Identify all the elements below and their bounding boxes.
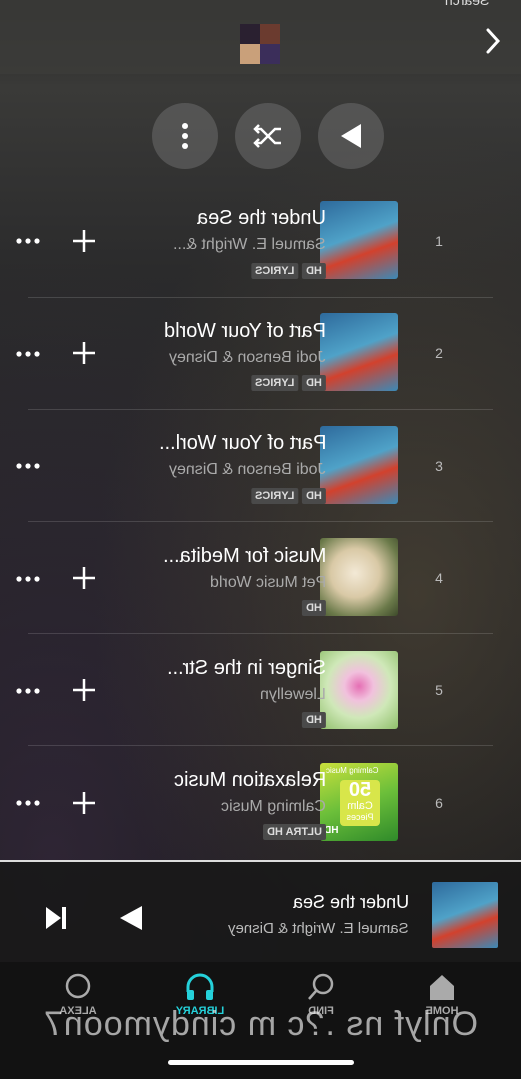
track-artist: Pet Music World <box>209 574 326 591</box>
badge-hd: HD <box>302 600 326 616</box>
art-text-pieces: Pieces <box>346 812 374 822</box>
badge-group: LYRICS HD <box>250 263 326 279</box>
art-text-hd: HD <box>324 825 339 836</box>
album-art-little-mermaid <box>320 426 398 504</box>
track-number: 1 <box>435 233 443 249</box>
track-title: Relaxation Music <box>173 769 326 791</box>
play-button[interactable] <box>318 103 384 169</box>
vertical-dots-icon <box>182 123 188 149</box>
row-divider <box>28 409 493 410</box>
alexa-icon <box>65 973 91 999</box>
more-horizontal-icon[interactable] <box>16 238 40 244</box>
watermark-text: Onlyf ns .?c m cindymoon7 <box>42 1005 479 1043</box>
track-title: Part of Your World <box>164 320 326 342</box>
badge-hd: HD <box>302 488 326 504</box>
art-label-box: 50 Calm Pieces <box>340 779 380 826</box>
home-indicator <box>168 1060 354 1065</box>
now-playing-art <box>432 882 498 948</box>
badge-hd: HD <box>302 263 326 279</box>
track-artist: Calming Music <box>221 798 326 815</box>
badge-group: HD <box>302 600 326 616</box>
headphones-icon <box>186 973 214 1000</box>
track-number: 6 <box>435 795 443 811</box>
track-artist: Llewellyn <box>260 686 326 703</box>
more-horizontal-icon[interactable] <box>16 351 40 357</box>
track-number: 5 <box>435 682 443 698</box>
row-divider <box>28 521 493 522</box>
track-number: 3 <box>435 458 443 474</box>
mini-player[interactable]: Under the Sea Samuel E. Wright & Disney <box>0 860 521 964</box>
add-icon[interactable] <box>71 565 97 591</box>
track-artist: Jodi Benson & Disney <box>169 349 326 366</box>
badge-group: LYRICS HD <box>250 375 326 391</box>
add-icon[interactable] <box>71 340 97 366</box>
more-options-button[interactable] <box>152 103 218 169</box>
badge-group: LYRICS HD <box>250 488 326 504</box>
badge-hd: HD <box>302 375 326 391</box>
art-text-calm: Calm <box>347 800 373 812</box>
add-icon[interactable] <box>71 677 97 703</box>
shuffle-button[interactable] <box>235 103 301 169</box>
track-number: 2 <box>435 345 443 361</box>
track-title: Part of Your Worl... <box>158 432 327 454</box>
badge-group: HD <box>302 712 326 728</box>
play-icon[interactable] <box>118 904 144 932</box>
album-art-dog <box>320 538 398 616</box>
track-artist: Jodi Benson & Disney <box>169 461 326 478</box>
album-art-little-mermaid <box>320 201 398 279</box>
badge-lyrics: LYRICS <box>250 488 299 504</box>
track-number: 4 <box>435 570 443 586</box>
more-horizontal-icon[interactable] <box>16 688 40 694</box>
badge-hd: HD <box>302 712 326 728</box>
badge-lyrics: LYRICS <box>250 263 299 279</box>
now-playing-title: Under the Sea <box>292 892 409 912</box>
more-horizontal-icon[interactable] <box>16 576 40 582</box>
search-icon <box>308 973 334 1000</box>
chevron-right-icon[interactable] <box>482 26 504 56</box>
skip-icon[interactable] <box>44 905 68 931</box>
more-horizontal-icon[interactable] <box>16 463 40 469</box>
row-divider <box>28 633 493 634</box>
track-artist: Samuel E. Wright &... <box>173 236 326 253</box>
row-divider <box>28 297 493 298</box>
shuffle-icon <box>253 124 281 148</box>
add-icon[interactable] <box>71 228 97 254</box>
badge-group: ULTRA HD <box>263 824 326 840</box>
badge-lyrics: LYRICS <box>250 375 299 391</box>
home-icon <box>430 975 454 1000</box>
play-icon <box>341 124 361 148</box>
now-playing-artist: Samuel E. Wright & Disney <box>228 920 409 937</box>
top-bar: Search <box>0 0 521 74</box>
track-title: Music for Medita... <box>162 545 326 567</box>
playlist-artwork-mosaic <box>240 24 280 64</box>
album-art-fairy <box>320 651 398 729</box>
album-art-little-mermaid <box>320 313 398 391</box>
art-text-top: Calming Music <box>326 766 379 775</box>
track-title: Under the Sea <box>197 207 326 229</box>
add-icon[interactable] <box>71 790 97 816</box>
track-title: Singer in the Str... <box>167 657 326 679</box>
search-link[interactable]: Search <box>445 0 489 8</box>
more-horizontal-icon[interactable] <box>16 800 40 806</box>
album-art-calming-music: Calming Music 50 Calm Pieces HD <box>320 763 398 841</box>
badge-ultra-hd: ULTRA HD <box>263 824 326 840</box>
row-divider <box>28 745 493 746</box>
art-text-50: 50 <box>348 779 372 801</box>
